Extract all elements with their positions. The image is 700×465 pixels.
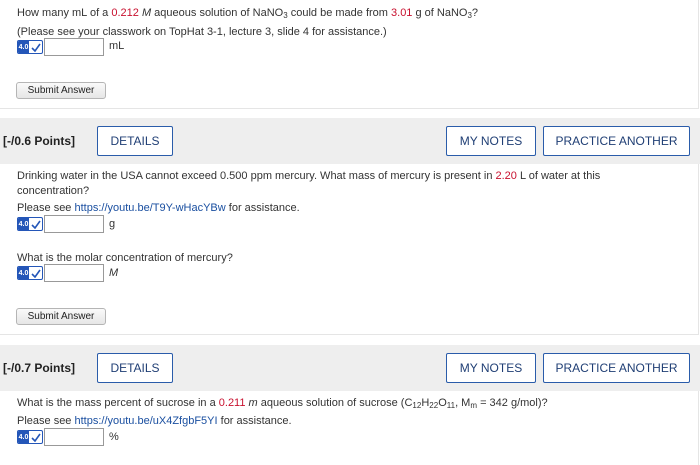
text: for assistance. [217, 415, 292, 427]
text: g of NaNO [412, 7, 468, 19]
answer-input-mass[interactable] [44, 215, 104, 233]
points-label: [-/0.7 Points] [3, 361, 76, 375]
points-badge: 4.0 [17, 217, 43, 231]
unit-molarity: M [138, 7, 152, 19]
question-header: [-/0.6 Points] DETAILS MY NOTES PRACTICE… [0, 118, 700, 164]
unit-molality: m [245, 397, 258, 409]
text: O [438, 397, 447, 409]
question-text: How many mL of a 0.212 M aqueous solutio… [17, 5, 478, 22]
unit-label: mL [109, 40, 125, 52]
question-card-prev: How many mL of a 0.212 M aqueous solutio… [0, 0, 699, 109]
answer-input-molarity[interactable] [44, 264, 104, 282]
text: for assistance. [225, 202, 300, 214]
text: How many mL of a [17, 7, 112, 19]
text: aqueous solution of NaNO [151, 7, 284, 19]
check-icon [29, 43, 42, 52]
text: L of water at this [516, 170, 601, 182]
points-badge: 4.0 [17, 40, 43, 54]
submit-answer-button[interactable]: Submit Answer [16, 82, 106, 99]
practice-another-button[interactable]: PRACTICE ANOTHER [543, 126, 690, 156]
answer-input-ml[interactable] [44, 38, 104, 56]
value-highlight: 2.20 [495, 170, 517, 182]
question-text-cont: concentration? [17, 185, 90, 197]
check-icon [29, 433, 42, 442]
subscript: 22 [429, 401, 439, 410]
points-badge: 4.0 [17, 430, 43, 444]
video-link[interactable]: https://youtu.be/uX4ZfgbF5YI [74, 415, 217, 427]
question-header: [-/0.7 Points] DETAILS MY NOTES PRACTICE… [0, 345, 700, 391]
value-highlight: 3.01 [391, 7, 413, 19]
text: Drinking water in the USA cannot exceed … [17, 170, 496, 182]
my-notes-button[interactable]: MY NOTES [446, 126, 536, 156]
text: aqueous solution of sucrose (C [257, 397, 413, 409]
text: Please see [17, 202, 75, 214]
points-value: 4.0 [18, 41, 29, 53]
check-icon [29, 220, 42, 229]
video-link[interactable]: https://youtu.be/T9Y-wHacYBw [74, 202, 225, 214]
subscript: m [470, 401, 478, 410]
check-icon [29, 269, 42, 278]
points-label: [-/0.6 Points] [3, 134, 76, 148]
subscript: 11 [446, 401, 456, 410]
points-badge: 4.0 [17, 266, 43, 280]
text: What is the mass percent of sucrose in a [17, 397, 219, 409]
text: ? [471, 7, 479, 19]
value-highlight: 0.212 [111, 7, 139, 19]
question-card-sucrose: What is the mass percent of sucrose in a… [0, 391, 699, 465]
question-card-mercury: Drinking water in the USA cannot exceed … [0, 164, 699, 335]
value-highlight: 0.211 [218, 397, 246, 409]
points-value: 4.0 [18, 267, 29, 279]
details-button[interactable]: DETAILS [97, 126, 173, 156]
answer-input-percent[interactable] [44, 428, 104, 446]
practice-another-button[interactable]: PRACTICE ANOTHER [543, 353, 690, 383]
details-button[interactable]: DETAILS [97, 353, 173, 383]
points-value: 4.0 [18, 431, 29, 443]
question-text: Drinking water in the USA cannot exceed … [17, 168, 600, 185]
question-text: What is the mass percent of sucrose in a… [17, 395, 548, 412]
subscript: 12 [412, 401, 422, 410]
unit-label: M [109, 267, 119, 279]
text: Please see [17, 415, 75, 427]
unit-label: % [109, 431, 119, 443]
unit-label: g [109, 218, 116, 230]
text: = 342 g/mol)? [477, 397, 548, 409]
points-value: 4.0 [18, 218, 29, 230]
text: , M [455, 397, 471, 409]
submit-answer-button[interactable]: Submit Answer [16, 308, 106, 325]
my-notes-button[interactable]: MY NOTES [446, 353, 536, 383]
text: could be made from [287, 7, 392, 19]
